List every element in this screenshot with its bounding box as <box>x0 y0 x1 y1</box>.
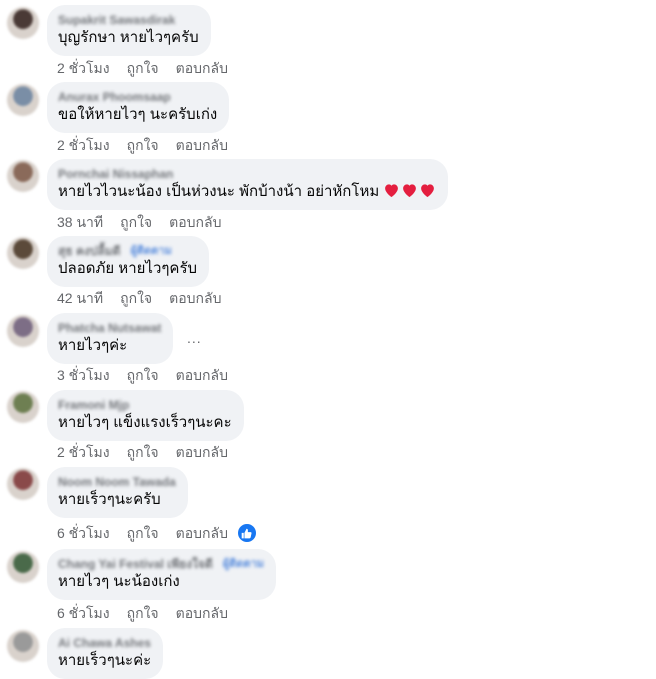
avatar[interactable] <box>7 391 39 423</box>
reply-link[interactable]: ตอบกลับ <box>176 59 228 77</box>
commenter-name[interactable]: Anurax Phoomsaap <box>58 89 217 105</box>
commenter-name[interactable]: Chang Yai Festival เพียงใจดี ผู้ติดตาม <box>58 556 264 572</box>
comment-time[interactable]: 2 ชั่วโมง <box>57 136 110 154</box>
avatar[interactable] <box>7 237 39 269</box>
follower-badge: ผู้ติดตาม <box>222 558 265 570</box>
avatar[interactable] <box>7 551 39 583</box>
comment-time[interactable]: 38 นาที <box>57 213 103 231</box>
comment-bubble: Phatcha Nutsawat หายไวๆค่ะ <box>47 313 174 364</box>
like-icon[interactable] <box>236 523 257 543</box>
like-link[interactable]: ถูกใจ <box>120 289 152 307</box>
comment-text: หายไวๆค่ะ <box>58 337 128 354</box>
comment-text: หายไวๆ นะน้องเก่ง <box>58 573 180 590</box>
comment-text: หายไวไวนะน้อง เป็นห่วงนะ พักบ้างน้า อย่า… <box>58 182 436 202</box>
comment-text: หายเร็วๆนะค่ะ <box>58 652 152 669</box>
more-options-icon[interactable]: ... <box>187 330 202 346</box>
comment-text: ขอให้หายไวๆ นะครับเก่ง <box>58 106 218 123</box>
comment-text: หายเร็วๆนะครับ <box>58 491 161 508</box>
heart-icon <box>385 184 399 198</box>
comment-text: หายไวๆ แข็งแรงเร็วๆนะคะ <box>58 414 232 431</box>
commenter-name[interactable]: Noom Noom Tawada <box>58 474 176 490</box>
reply-link[interactable]: ตอบกลับ <box>169 213 221 231</box>
follower-badge: ผู้ติดตาม <box>130 245 172 257</box>
comment-actions: 2 ชั่วโมง ถูกใจ ตอบกลับ <box>57 443 245 461</box>
like-link[interactable]: ถูกใจ <box>127 443 159 461</box>
like-link[interactable]: ถูกใจ <box>127 366 159 384</box>
avatar[interactable] <box>7 84 39 116</box>
comment-time[interactable]: 6 ชั่วโมง <box>57 524 110 542</box>
comment-bubble: Supakrit Sawasdirak บุญรักษา หายไวๆครับ <box>47 5 211 56</box>
heart-icon <box>403 184 417 198</box>
like-link[interactable]: ถูกใจ <box>120 213 152 231</box>
comment-time[interactable]: 3 ชั่วโมง <box>57 366 110 384</box>
comment-text: ปลอดภัย หายไวๆครับ <box>58 260 198 277</box>
like-link[interactable]: ถูกใจ <box>127 136 159 154</box>
comment-bubble: Ai Chawa Ashes หายเร็วๆนะค่ะ <box>47 628 164 679</box>
reply-link[interactable]: ตอบกลับ <box>176 366 228 384</box>
like-link[interactable]: ถูกใจ <box>127 59 159 77</box>
comment-bubble: Noom Noom Tawada หายเร็วๆนะครับ <box>47 467 188 518</box>
like-link[interactable]: ถูกใจ <box>127 604 159 622</box>
comment-time[interactable]: 2 ชั่วโมง <box>57 443 110 461</box>
comment-bubble: Framoni Mjp หายไวๆ แข็งแรงเร็วๆนะคะ <box>47 390 244 441</box>
commenter-name[interactable]: สุธ คงปลื้มดี ผู้ติดตาม <box>58 243 197 259</box>
avatar[interactable] <box>7 160 39 192</box>
comment-bubble: Chang Yai Festival เพียงใจดี ผู้ติดตาม หา… <box>47 549 277 600</box>
comment-bubble: Anurax Phoomsaap ขอให้หายไวๆ นะครับเก่ง <box>47 82 230 133</box>
reply-link[interactable]: ตอบกลับ <box>176 604 228 622</box>
avatar[interactable] <box>7 630 39 662</box>
heart-emoji-group <box>383 182 436 198</box>
avatar[interactable] <box>7 7 39 39</box>
comment-actions: 42 นาที ถูกใจ ตอบกลับ <box>57 289 238 307</box>
comment-actions: 6 ชั่วโมง ถูกใจ ตอบกลับ <box>57 604 245 622</box>
reply-link[interactable]: ตอบกลับ <box>176 136 228 154</box>
comment-actions: 2 ชั่วโมง ถูกใจ ตอบกลับ <box>57 59 245 77</box>
comment-actions: 38 นาที ถูกใจ ตอบกลับ <box>57 213 238 231</box>
heart-icon <box>421 184 435 198</box>
reply-link[interactable]: ตอบกลับ <box>176 524 228 542</box>
comment-time[interactable]: 2 ชั่วโมง <box>57 59 110 77</box>
comment-time[interactable]: 6 ชั่วโมง <box>57 604 110 622</box>
comment-time[interactable]: 42 นาที <box>57 289 103 307</box>
commenter-name[interactable]: Framoni Mjp <box>58 397 232 413</box>
reply-link[interactable]: ตอบกลับ <box>176 443 228 461</box>
reply-link[interactable]: ตอบกลับ <box>169 289 221 307</box>
comment-bubble: Pornchai Nissaphan หายไวไวนะน้อง เป็นห่ว… <box>47 159 449 210</box>
comment-bubble: สุธ คงปลื้มดี ผู้ติดตาม ปลอดภัย หายไวๆครั… <box>47 236 210 287</box>
commenter-name[interactable]: Pornchai Nissaphan <box>58 166 436 182</box>
comment-text: บุญรักษา หายไวๆครับ <box>58 29 199 46</box>
like-link[interactable]: ถูกใจ <box>127 524 159 542</box>
commenter-name[interactable]: Phatcha Nutsawat <box>58 320 161 336</box>
comment-actions: 2 ชั่วโมง ถูกใจ ตอบกลับ <box>57 136 245 154</box>
comment-actions: 3 ชั่วโมง ถูกใจ ตอบกลับ <box>57 366 245 384</box>
commenter-name[interactable]: Ai Chawa Ashes <box>58 635 151 651</box>
avatar[interactable] <box>7 468 39 500</box>
comment-actions: 6 ชั่วโมง ถูกใจ ตอบกลับ <box>57 523 257 543</box>
commenter-name[interactable]: Supakrit Sawasdirak <box>58 12 199 28</box>
avatar[interactable] <box>7 315 39 347</box>
